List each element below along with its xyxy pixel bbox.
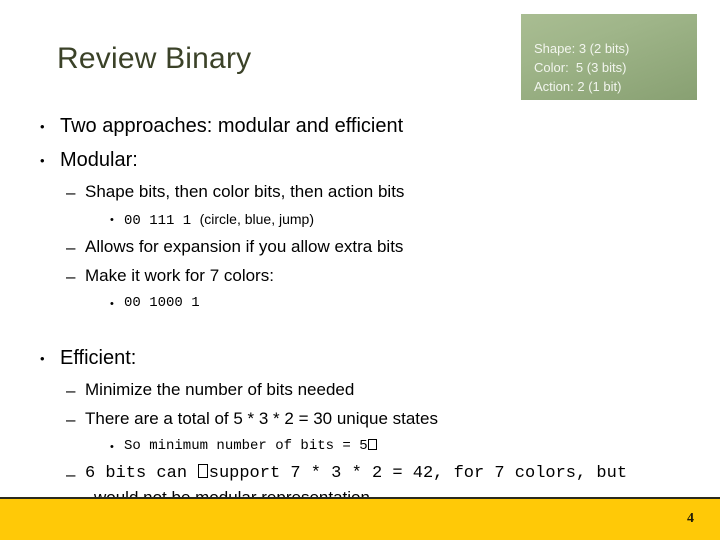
- list-item: • Efficient:: [0, 342, 720, 376]
- bullet-marker-icon: •: [40, 153, 45, 168]
- list-item: – Shape bits, then color bits, then acti…: [0, 178, 720, 207]
- minimum-bits-text: So minimum number of bits = 5: [124, 438, 368, 454]
- slide-number: 4: [687, 511, 694, 526]
- dash-marker-icon: –: [66, 410, 76, 429]
- legend-line-shape: Shape: 3 (2 bits): [534, 41, 630, 56]
- dash-marker-icon: –: [66, 238, 76, 257]
- page-title: Review Binary: [57, 42, 252, 75]
- binary-code-text: 00 111 1: [124, 213, 200, 229]
- dash-marker-icon: –: [66, 381, 76, 400]
- list-item: – There are a total of 5 * 3 * 2 = 30 un…: [0, 405, 720, 434]
- legend-line-color: Color: 5 (3 bits): [534, 60, 627, 75]
- list-item: • So minimum number of bits = 5: [0, 434, 720, 460]
- legend-box: Shape: 3 (2 bits) Color: 5 (3 bits) Acti…: [521, 14, 697, 100]
- list-item-label: Shape bits, then color bits, then action…: [85, 182, 405, 201]
- bullet-marker-icon: •: [40, 351, 45, 366]
- footer-bar: 4: [0, 499, 720, 540]
- list-item-label: Make it work for 7 colors:: [85, 266, 274, 285]
- list-item-label: 6 bits can support 7 * 3 * 2 = 42, for 7…: [85, 460, 627, 487]
- list-item-label: Efficient:: [60, 347, 137, 369]
- missing-glyph-icon: [197, 464, 209, 479]
- list-item: • 00 1000 1: [0, 291, 720, 317]
- list-item-label-suffix: (circle, blue, jump): [199, 211, 314, 227]
- list-item-label: Two approaches: modular and efficient: [60, 115, 404, 137]
- dash-marker-icon: –: [66, 183, 76, 202]
- slide-canvas: Review Binary Shape: 3 (2 bits) Color: 5…: [0, 0, 720, 540]
- list-item: – Make it work for 7 colors:: [0, 262, 720, 291]
- list-item: • 00 111 1 (circle, blue, jump): [0, 207, 720, 233]
- list-item-label: Minimize the number of bits needed: [85, 380, 355, 399]
- list-item-label: Modular:: [60, 149, 138, 171]
- legend-line-action: Action: 2 (1 bit): [534, 79, 622, 94]
- bullet-marker-icon: •: [40, 119, 45, 134]
- bullet-list: • Two approaches: modular and efficient …: [0, 110, 720, 512]
- dash-marker-icon: –: [66, 465, 76, 484]
- list-item-label: So minimum number of bits = 5: [124, 434, 377, 458]
- bullet-marker-icon: •: [110, 214, 114, 226]
- missing-glyph-icon: [368, 438, 377, 450]
- list-item: – Allows for expansion if you allow extr…: [0, 233, 720, 262]
- bullet-marker-icon: •: [110, 441, 114, 453]
- six-bits-text-a: 6 bits can: [85, 464, 198, 483]
- binary-code-text: 00 1000 1: [124, 295, 200, 311]
- list-item: • Two approaches: modular and efficient: [0, 110, 720, 144]
- list-item-label: Allows for expansion if you allow extra …: [85, 237, 404, 256]
- six-bits-text-b: support 7 * 3 * 2 = 42, for 7 colors, bu…: [208, 464, 628, 483]
- bullet-marker-icon: •: [110, 298, 114, 310]
- list-item-label: 00 111 1 (circle, blue, jump): [124, 207, 314, 233]
- dash-marker-icon: –: [66, 267, 76, 286]
- list-item: – Minimize the number of bits needed: [0, 376, 720, 405]
- list-item-label: There are a total of 5 * 3 * 2 = 30 uniq…: [85, 409, 438, 428]
- list-item: • Modular:: [0, 144, 720, 178]
